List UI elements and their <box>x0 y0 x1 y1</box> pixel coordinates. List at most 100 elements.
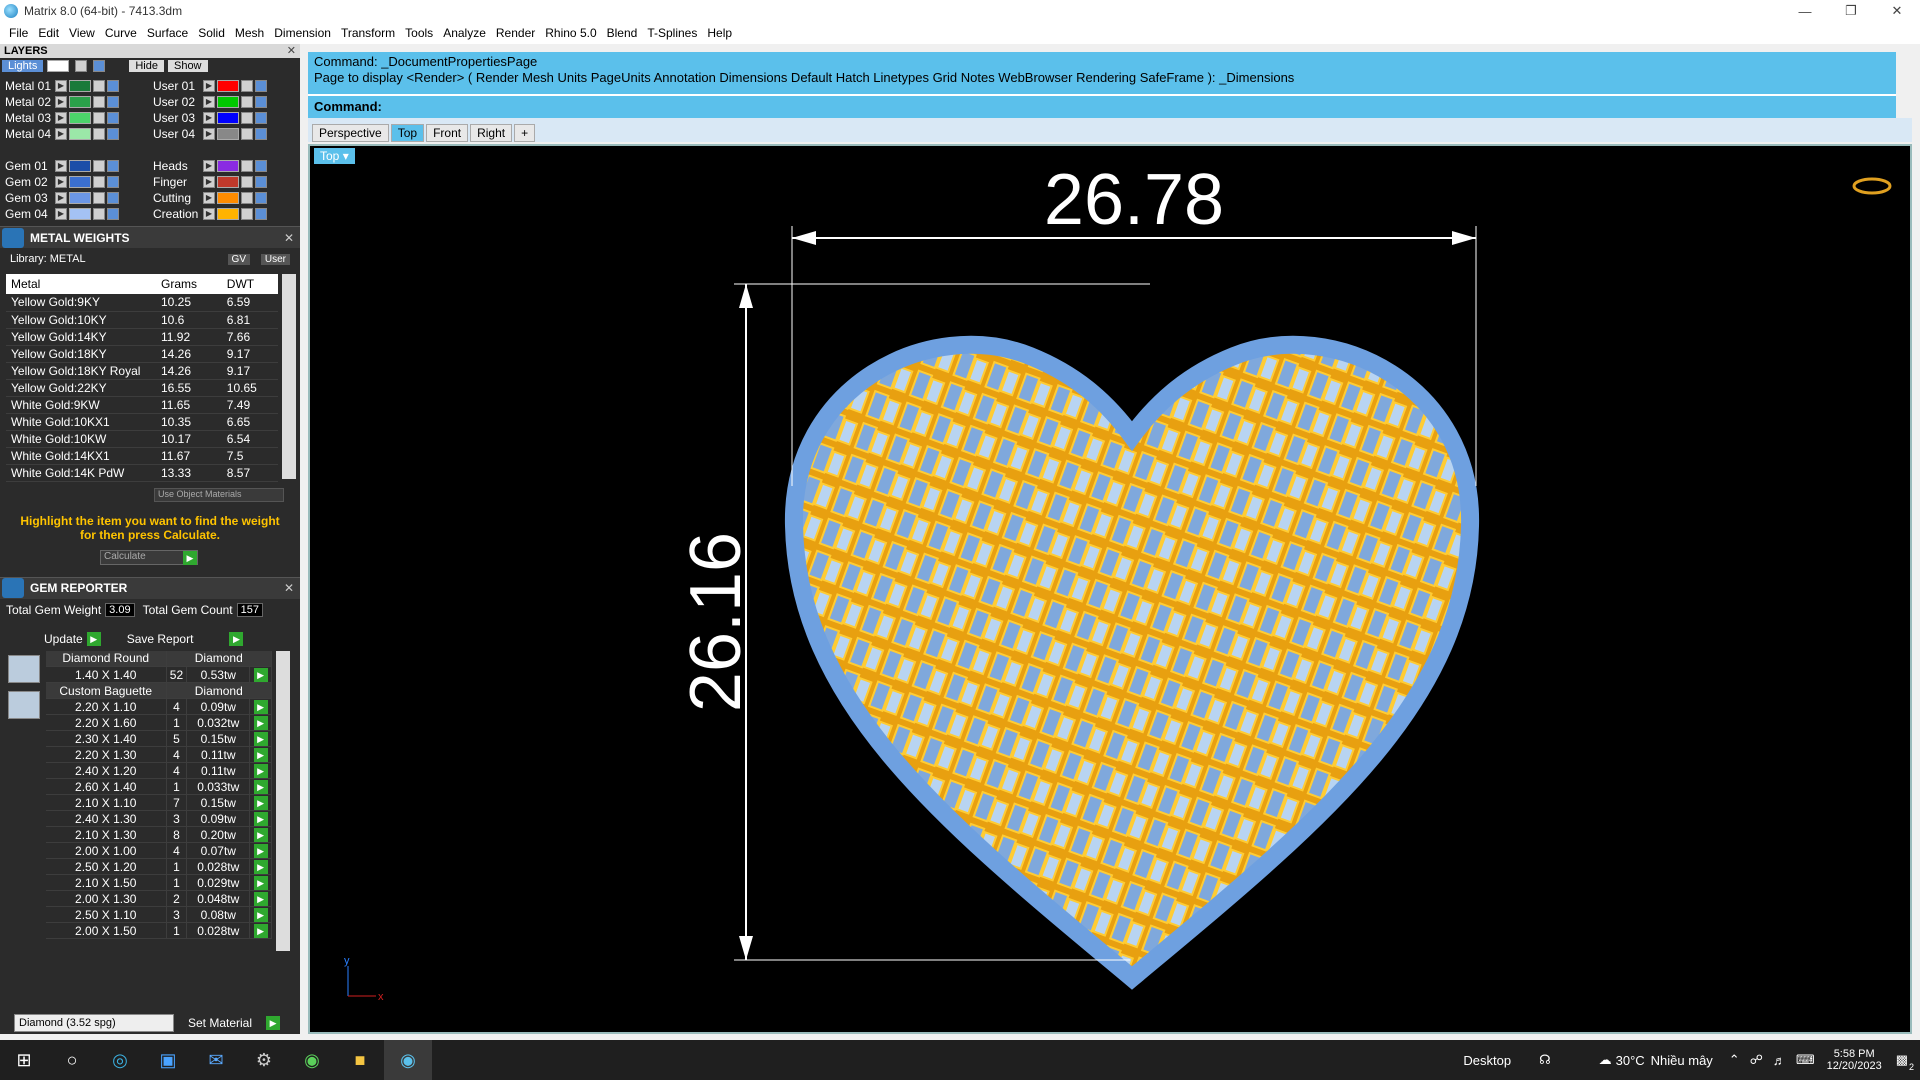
edge-browser-icon[interactable]: ◎ <box>96 1040 144 1080</box>
gem-row[interactable]: 2.00 X 1.00 4 0.07tw ▶ <box>46 842 272 859</box>
menu-item-render[interactable]: Render <box>491 22 540 44</box>
gem-row[interactable]: 2.00 X 1.30 2 0.048tw ▶ <box>46 890 272 907</box>
play-icon[interactable]: ▶ <box>86 631 101 646</box>
menu-item-rhino-5-0[interactable]: Rhino 5.0 <box>540 22 601 44</box>
layer-name[interactable]: User 03 <box>150 111 203 125</box>
play-icon[interactable]: ▶ <box>253 748 268 762</box>
material-select[interactable]: Diamond (3.52 spg) <box>14 1014 174 1032</box>
lock-icon[interactable] <box>241 80 253 92</box>
play-icon[interactable]: ▶ <box>253 700 268 714</box>
menu-item-analyze[interactable]: Analyze <box>438 22 491 44</box>
layer-name[interactable]: Metal 02 <box>2 95 55 109</box>
table-row[interactable]: Yellow Gold:18KY 14.26 9.17 <box>6 345 278 363</box>
tab-perspective[interactable]: Perspective <box>312 124 389 142</box>
lock-icon[interactable] <box>241 192 253 204</box>
gem-row[interactable]: 2.10 X 1.10 7 0.15tw ▶ <box>46 794 272 811</box>
layer-row[interactable]: User 02 ▶ <box>150 94 269 110</box>
play-icon[interactable]: ▶ <box>253 908 268 922</box>
menu-item-curve[interactable]: Curve <box>100 22 142 44</box>
layer-color-swatch[interactable] <box>217 176 239 188</box>
lock-icon[interactable] <box>241 112 253 124</box>
layer-row[interactable]: Cutting ▶ <box>150 190 269 206</box>
layer-name[interactable]: User 04 <box>150 127 203 141</box>
menu-item-transform[interactable]: Transform <box>336 22 400 44</box>
arrow-icon[interactable]: ▶ <box>55 80 67 92</box>
play-icon[interactable]: ▶ <box>253 828 268 842</box>
weather-text[interactable]: Nhiều mây <box>1651 1053 1713 1068</box>
layer-color-swatch[interactable] <box>217 80 239 92</box>
lock-icon[interactable] <box>241 208 253 220</box>
layer-color-swatch[interactable] <box>69 176 91 188</box>
menu-item-mesh[interactable]: Mesh <box>230 22 269 44</box>
visible-icon[interactable] <box>107 112 119 124</box>
mail-icon[interactable]: ✉ <box>192 1040 240 1080</box>
visible-icon[interactable] <box>255 96 267 108</box>
user-toggle[interactable]: User <box>260 253 290 265</box>
lock-icon[interactable] <box>75 60 88 72</box>
arrow-icon[interactable]: ▶ <box>203 192 215 204</box>
visible-icon[interactable] <box>255 80 267 92</box>
visible-icon[interactable] <box>107 80 119 92</box>
play-icon[interactable]: ▶ <box>253 924 268 938</box>
menu-item-solid[interactable]: Solid <box>193 22 230 44</box>
visible-icon[interactable] <box>107 160 119 172</box>
gem-group-header[interactable]: Diamond Round Diamond <box>46 650 272 667</box>
gem-row[interactable]: 2.30 X 1.40 5 0.15tw ▶ <box>46 730 272 747</box>
volume-icon[interactable]: ♬ <box>1773 1053 1786 1068</box>
play-icon[interactable]: ▶ <box>253 716 268 730</box>
layer-name[interactable]: Gem 01 <box>2 159 55 173</box>
arrow-icon[interactable]: ▶ <box>203 96 215 108</box>
layer-color-swatch[interactable] <box>217 208 239 220</box>
ring-preview-icon[interactable] <box>1852 177 1892 195</box>
minimize-button[interactable]: — <box>1782 0 1828 22</box>
table-row[interactable]: Yellow Gold:10KY 10.6 6.81 <box>6 311 278 329</box>
lock-icon[interactable] <box>93 128 105 140</box>
lock-icon[interactable] <box>93 160 105 172</box>
save-report-button[interactable]: Save Report <box>127 632 194 646</box>
people-icon[interactable]: ☊ <box>1539 1052 1551 1068</box>
set-material-button[interactable]: Set Material <box>188 1016 252 1030</box>
visible-icon[interactable] <box>255 112 267 124</box>
layer-row[interactable]: Metal 01 ▶ <box>2 78 121 94</box>
table-row[interactable]: Yellow Gold:18KY Royal 14.26 9.17 <box>6 362 278 380</box>
table-row[interactable]: White Gold:14KX1 11.67 7.5 <box>6 447 278 465</box>
layer-color-swatch[interactable] <box>217 160 239 172</box>
visible-icon[interactable] <box>107 176 119 188</box>
menu-item-file[interactable]: File <box>4 22 33 44</box>
lock-icon[interactable] <box>241 176 253 188</box>
arrow-icon[interactable]: ▶ <box>203 112 215 124</box>
layer-name[interactable]: Metal 01 <box>2 79 55 93</box>
matrix-app-icon[interactable]: ◉ <box>384 1040 432 1080</box>
tab-top[interactable]: Top <box>390 124 425 142</box>
table-row[interactable]: Yellow Gold:14KY 11.92 7.66 <box>6 328 278 346</box>
layer-name[interactable]: Gem 03 <box>2 191 55 205</box>
gem-row[interactable]: 2.60 X 1.40 1 0.033tw ▶ <box>46 778 272 795</box>
temperature[interactable]: 30°C <box>1616 1053 1645 1068</box>
layer-row[interactable]: Metal 03 ▶ <box>2 110 121 126</box>
layer-row[interactable]: Finger ▶ <box>150 174 269 190</box>
play-icon[interactable]: ▶ <box>253 812 268 826</box>
gem-row[interactable]: 2.20 X 1.10 4 0.09tw ▶ <box>46 698 272 715</box>
layer-color-swatch[interactable] <box>69 160 91 172</box>
gem-row[interactable]: 2.50 X 1.10 3 0.08tw ▶ <box>46 906 272 923</box>
visible-icon[interactable] <box>255 208 267 220</box>
add-viewport-icon[interactable]: + <box>514 124 536 142</box>
menu-item-t-splines[interactable]: T-Splines <box>642 22 702 44</box>
network-app-icon[interactable]: ⚙ <box>240 1040 288 1080</box>
table-row[interactable]: Yellow Gold:22KY 16.55 10.65 <box>6 379 278 397</box>
arrow-icon[interactable]: ▶ <box>55 176 67 188</box>
play-icon[interactable]: ▶ <box>253 668 268 682</box>
tab-right[interactable]: Right <box>470 124 513 142</box>
layer-name[interactable]: Gem 02 <box>2 175 55 189</box>
layer-color-swatch[interactable] <box>217 96 239 108</box>
lock-icon[interactable] <box>93 112 105 124</box>
visible-icon[interactable] <box>107 208 119 220</box>
play-icon[interactable]: ▶ <box>253 796 268 810</box>
close-icon[interactable]: ✕ <box>284 231 294 245</box>
visible-icon[interactable] <box>255 192 267 204</box>
gem-row[interactable]: 2.00 X 1.50 1 0.028tw ▶ <box>46 922 272 939</box>
play-icon[interactable]: ▶ <box>253 876 268 890</box>
layer-color-swatch[interactable] <box>69 192 91 204</box>
layer-row[interactable]: Gem 02 ▶ <box>2 174 121 190</box>
menu-item-blend[interactable]: Blend <box>602 22 643 44</box>
